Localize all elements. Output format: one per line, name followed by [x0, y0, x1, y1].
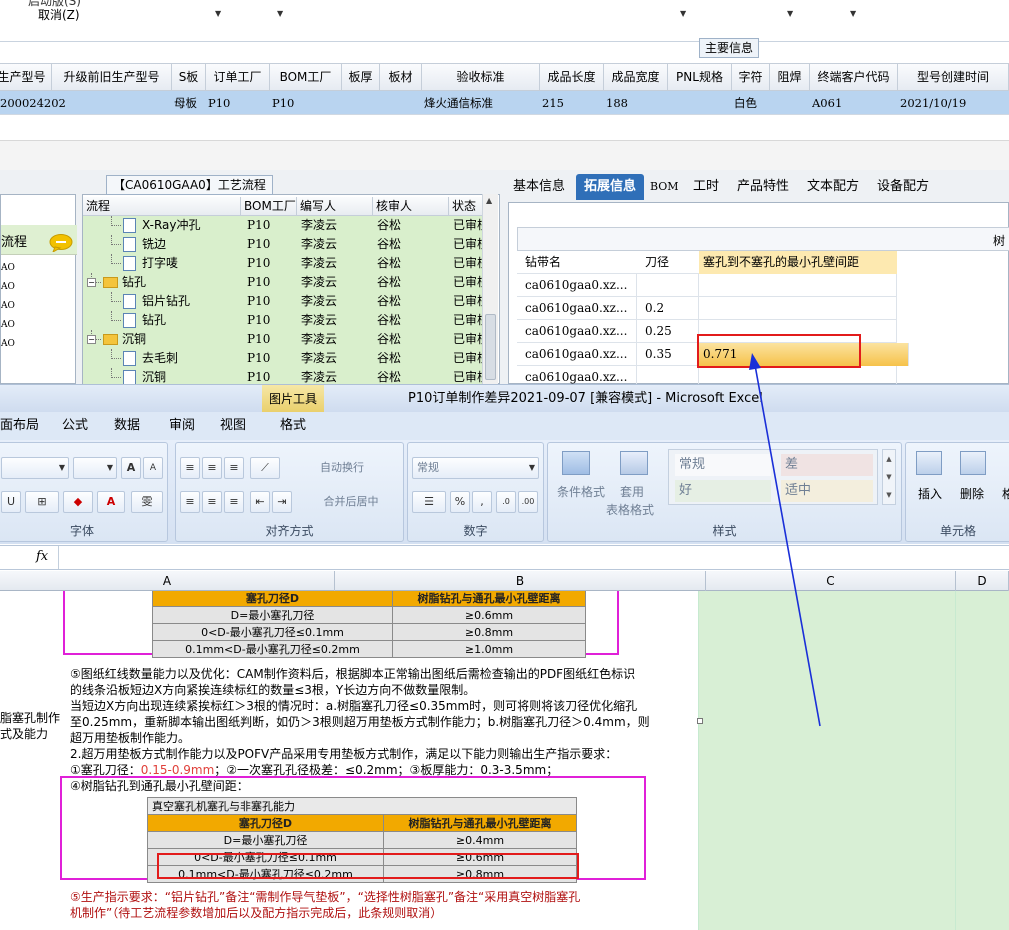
annotation-arrow — [749, 353, 821, 727]
